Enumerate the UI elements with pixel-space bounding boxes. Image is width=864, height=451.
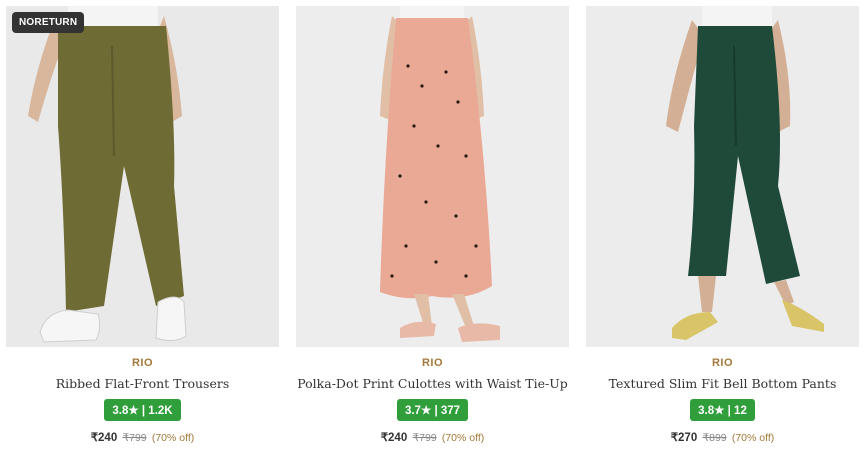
product-brand: RIO (711, 357, 734, 369)
sale-price: ₹240 (380, 432, 408, 444)
product-card[interactable]: NORETURN RIO Ribbed Flat-Front Trousers … (6, 6, 279, 446)
product-photo (296, 6, 569, 347)
original-price: ₹899 (702, 432, 727, 444)
original-price: ₹799 (412, 432, 437, 444)
rating-badge: 3.8★ | 12 (690, 399, 755, 421)
discount-percent: (70% off) (151, 432, 195, 444)
product-card[interactable]: RIO Polka-Dot Print Culottes with Waist … (296, 6, 569, 446)
product-brand: RIO (131, 357, 154, 369)
product-image[interactable] (586, 6, 859, 347)
original-price: ₹799 (122, 432, 147, 444)
noreturn-badge: NORETURN (12, 12, 85, 33)
sale-price: ₹240 (90, 432, 118, 444)
product-grid: NORETURN RIO Ribbed Flat-Front Trousers … (0, 0, 864, 451)
discount-percent: (70% off) (441, 432, 485, 444)
discount-percent: (70% off) (731, 432, 775, 444)
product-name[interactable]: Polka-Dot Print Culottes with Waist Tie-… (296, 376, 569, 391)
product-photo (586, 6, 859, 347)
product-name[interactable]: Ribbed Flat-Front Trousers (6, 376, 279, 391)
price-row: ₹240 ₹799 (70% off) (6, 430, 279, 444)
rating-badge: 3.7★ | 377 (396, 399, 469, 421)
product-brand: RIO (421, 357, 444, 369)
product-card[interactable]: RIO Textured Slim Fit Bell Bottom Pants … (586, 6, 859, 446)
price-row: ₹240 ₹799 (70% off) (296, 430, 569, 444)
product-name[interactable]: Textured Slim Fit Bell Bottom Pants (586, 376, 859, 391)
sale-price: ₹270 (670, 432, 698, 444)
price-row: ₹270 ₹899 (70% off) (586, 430, 859, 444)
product-photo (6, 6, 279, 347)
product-image[interactable] (296, 6, 569, 347)
rating-badge: 3.8★ | 1.2K (104, 399, 181, 421)
product-image[interactable]: NORETURN (6, 6, 279, 347)
